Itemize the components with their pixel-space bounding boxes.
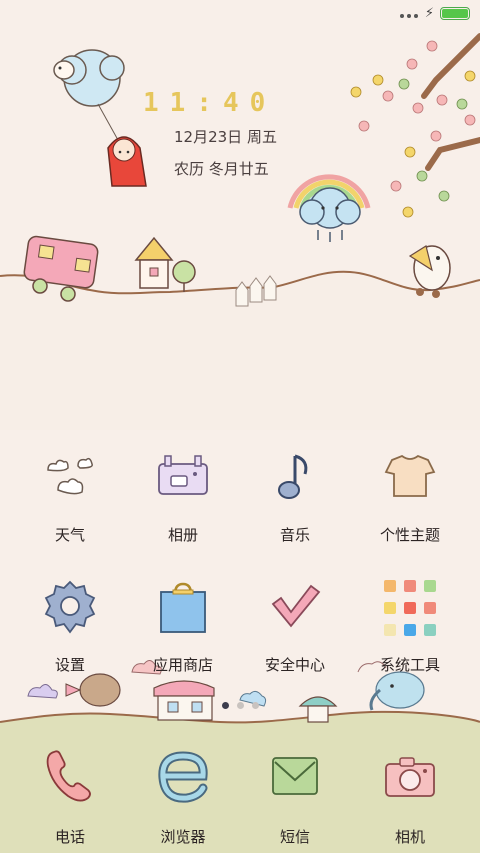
messages-icon: [272, 757, 318, 795]
settings-icon: [44, 580, 96, 634]
page-dot[interactable]: [221, 702, 229, 709]
app-weather[interactable]: 天气: [15, 446, 125, 545]
app-themes[interactable]: 个性主题: [355, 446, 465, 545]
clock-date: 12月23日 周五: [174, 128, 277, 146]
dock-browser[interactable]: 浏览器: [128, 744, 238, 847]
music-icon: [278, 454, 308, 499]
more-dots-icon: [400, 14, 418, 18]
app-store-icon: [160, 582, 206, 633]
app-label: 电话: [54, 828, 85, 846]
app-label: 相册: [167, 526, 198, 544]
app-label: 天气: [54, 526, 85, 544]
battery-level-fill: [442, 9, 468, 18]
app-label: 应用商店: [152, 656, 213, 674]
app-label: 浏览器: [160, 828, 206, 846]
themes-icon: [384, 454, 436, 497]
app-label: 安全中心: [264, 656, 325, 674]
page-dot[interactable]: [251, 702, 259, 709]
dock-camera[interactable]: 相机: [355, 744, 465, 847]
small-house-illustration: [134, 236, 196, 292]
red-hood-girl-illustration: [107, 136, 147, 187]
weather-icon: [47, 457, 93, 495]
app-store[interactable]: 应用商店: [128, 576, 238, 675]
app-label: 设置: [54, 656, 85, 674]
rainbow-cloud-illustration: [287, 174, 371, 242]
app-settings[interactable]: 设置: [15, 576, 125, 675]
app-label: 音乐: [279, 526, 310, 544]
page-dot[interactable]: [236, 702, 244, 709]
folder-system-tools[interactable]: 系统工具: [355, 576, 465, 675]
app-gallery[interactable]: 相册: [128, 446, 238, 545]
dock-messages[interactable]: 短信: [240, 744, 350, 847]
bus-illustration: [23, 235, 99, 302]
camera-icon: [385, 757, 435, 797]
app-label: 系统工具: [379, 656, 440, 674]
app-label: 个性主题: [379, 526, 440, 544]
gallery-icon: [158, 455, 208, 495]
security-icon: [271, 584, 321, 628]
clock-time[interactable]: 11:40: [143, 88, 273, 118]
page-indicator: [0, 702, 480, 709]
system-tools-icon: [384, 580, 436, 636]
app-label: 短信: [279, 828, 310, 846]
app-label: 相机: [394, 828, 425, 846]
phone-icon: [46, 750, 91, 802]
battery-icon: [440, 7, 470, 20]
blossom-branch-illustration: [350, 33, 480, 218]
lunar-date: 农历 冬月廿五: [174, 160, 269, 178]
status-bar: ⚡: [0, 0, 480, 28]
browser-icon: [158, 751, 208, 803]
charging-bolt-icon: ⚡: [424, 6, 434, 21]
home-screen: ⚡ 11:40 12月23日 周五 农历 冬月廿五 天气 相册 音乐 个性主题 …: [0, 0, 480, 853]
app-security[interactable]: 安全中心: [240, 576, 350, 675]
dock-phone[interactable]: 电话: [15, 744, 125, 847]
sheep-balloon-illustration: [53, 49, 125, 141]
app-music[interactable]: 音乐: [240, 446, 350, 545]
